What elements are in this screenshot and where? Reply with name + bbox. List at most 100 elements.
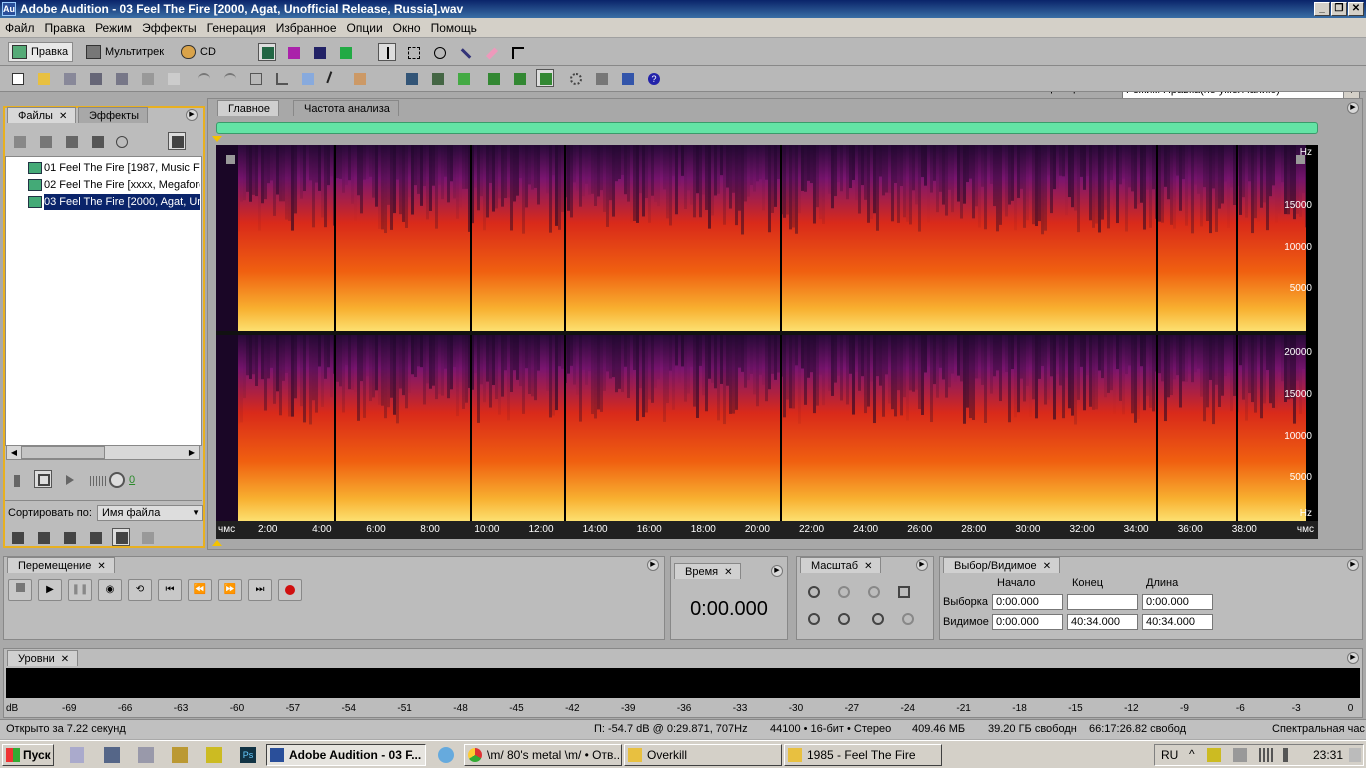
tab-selection-view[interactable]: Выбор/Видимое ✕ <box>943 557 1061 573</box>
file-info-icon[interactable] <box>112 132 130 150</box>
quicklaunch-icon[interactable] <box>104 747 120 763</box>
sort-select[interactable]: Имя файла ▼ <box>97 505 203 521</box>
selection-length-field[interactable]: 0:00.000 <box>1142 594 1213 610</box>
wand-icon[interactable] <box>618 69 636 87</box>
copy-to-new-icon[interactable] <box>298 69 316 87</box>
insert-cd-icon[interactable] <box>88 132 106 150</box>
tab-levels[interactable]: Уровни ✕ <box>7 650 79 666</box>
effect-rack-icon[interactable] <box>428 69 446 87</box>
selection-end-field[interactable] <box>1067 594 1138 610</box>
list-item[interactable]: 02 Feel The Fire [xxxx, Megaforce] <box>44 177 200 193</box>
playhead-marker-icon[interactable] <box>212 136 222 142</box>
show-desktop-icon[interactable] <box>1349 748 1361 762</box>
spectral-view-icon[interactable] <box>284 43 302 61</box>
speaker-icon[interactable] <box>10 471 28 489</box>
taskbar-item-chrome[interactable]: \m/ 80's metal \m/ • Отв... <box>464 744 622 766</box>
list-item[interactable]: 01 Feel The Fire [1987, Music For Nation… <box>44 160 200 176</box>
close-icon[interactable]: ✕ <box>59 111 67 122</box>
zoom-selection-icon[interactable] <box>894 582 912 600</box>
panel-menu-icon[interactable]: ▶ <box>1347 652 1359 664</box>
view-end-field[interactable]: 40:34.000 <box>1067 614 1138 630</box>
snap-icon[interactable] <box>484 69 502 87</box>
cd-mode-button[interactable]: CD <box>177 42 221 62</box>
browser-icon[interactable] <box>438 747 454 763</box>
time-ruler[interactable]: чмс чмс 2:00 4:00 6:00 8:00 10:00 12:00 14:00 1… <box>216 521 1318 539</box>
multitrack-mode-button[interactable]: Мультитрек <box>82 42 169 62</box>
zoom-out-vertical-icon[interactable] <box>898 609 916 627</box>
play-button[interactable]: ▶ <box>38 579 62 601</box>
tray-expand-icon[interactable]: ^ <box>1189 747 1195 761</box>
tab-time[interactable]: Время ✕ <box>674 563 742 579</box>
spot-healing-icon[interactable] <box>482 43 500 61</box>
import-file-icon[interactable] <box>10 132 28 150</box>
tab-zoom[interactable]: Масштаб ✕ <box>800 557 882 573</box>
brush-tool-icon[interactable] <box>456 43 474 61</box>
filter-eye-icon[interactable] <box>112 528 130 546</box>
record-button[interactable] <box>278 579 302 601</box>
insert-multitrack-icon[interactable] <box>62 132 80 150</box>
overview-bar[interactable] <box>216 122 1318 134</box>
stop-button[interactable] <box>8 579 32 601</box>
taskbar-item-folder-1985[interactable]: 1985 - Feel The Fire <box>784 744 942 766</box>
marker-icon[interactable] <box>454 69 472 87</box>
quicklaunch-icon[interactable] <box>206 747 222 763</box>
settings-icon[interactable] <box>566 69 584 87</box>
menu-edit[interactable]: Правка <box>40 18 91 38</box>
fast-forward-button[interactable]: ⏩ <box>218 579 242 601</box>
tab-transport[interactable]: Перемещение ✕ <box>7 557 115 573</box>
close-icon[interactable]: ✕ <box>61 654 69 665</box>
panel-menu-icon[interactable]: ▶ <box>916 559 928 571</box>
snap-frames-icon[interactable] <box>536 69 554 87</box>
export-icon[interactable] <box>138 69 156 87</box>
tab-files[interactable]: Файлы ✕ <box>7 107 77 123</box>
selection-start-field[interactable]: 0:00.000 <box>992 594 1063 610</box>
zoom-in-horizontal-icon[interactable] <box>804 582 822 600</box>
go-to-end-button[interactable]: ⏭ <box>248 579 272 601</box>
panel-menu-icon[interactable]: ▶ <box>1347 102 1359 114</box>
repeat-icon[interactable] <box>246 69 264 87</box>
zoom-right-edge-icon[interactable] <box>834 609 852 627</box>
go-to-start-button[interactable]: ⏮ <box>158 579 182 601</box>
play-from-cursor-button[interactable]: ◉ <box>98 579 122 601</box>
menu-effects[interactable]: Эффекты <box>137 18 202 38</box>
menu-view[interactable]: Режим <box>90 18 137 38</box>
taskbar-item-folder-overkill[interactable]: Overkill <box>624 744 782 766</box>
spectrogram[interactable]: Hz 15000 10000 5000 20000 15000 10000 50… <box>216 145 1318 521</box>
loop-icon[interactable] <box>34 470 52 488</box>
close-icon[interactable]: ✕ <box>97 561 105 572</box>
volume-knob[interactable] <box>109 472 125 488</box>
tab-frequency-analysis[interactable]: Частота анализа <box>293 100 399 116</box>
playhead-marker-icon[interactable] <box>212 540 222 546</box>
edit-mode-button[interactable]: Правка <box>8 42 74 62</box>
tray-icon[interactable] <box>1233 748 1247 762</box>
bridge-icon[interactable] <box>164 69 182 87</box>
menu-window[interactable]: Окно <box>388 18 426 38</box>
cut-icon[interactable] <box>324 69 342 87</box>
tray-icon[interactable] <box>1207 748 1221 762</box>
filter-midi-icon[interactable] <box>86 528 104 546</box>
network-icon[interactable] <box>1259 748 1273 762</box>
start-button[interactable]: Пуск <box>2 744 54 766</box>
menu-options[interactable]: Опции <box>342 18 388 38</box>
redo-icon[interactable] <box>220 69 238 87</box>
restore-button[interactable]: ❐ <box>1331 2 1347 16</box>
menu-file[interactable]: Файл <box>0 18 40 38</box>
quicklaunch-icon[interactable] <box>138 747 154 763</box>
paste-icon[interactable] <box>350 69 368 87</box>
rewind-button[interactable]: ⏪ <box>188 579 212 601</box>
panel-menu-icon[interactable]: ▶ <box>647 559 659 571</box>
pause-button[interactable]: ❚❚ <box>68 579 92 601</box>
minimize-button[interactable]: _ <box>1314 2 1330 16</box>
save-icon[interactable] <box>60 69 78 87</box>
time-selection-tool-icon[interactable] <box>378 43 396 61</box>
open-file-icon[interactable] <box>34 69 52 87</box>
zoom-left-edge-icon[interactable] <box>804 609 822 627</box>
close-icon[interactable]: ✕ <box>724 567 732 578</box>
help-icon[interactable]: ? <box>644 69 662 87</box>
zoom-out-full-icon[interactable] <box>864 582 882 600</box>
filter-audio-icon[interactable] <box>8 528 26 546</box>
snap-ruler-icon[interactable] <box>510 69 528 87</box>
menu-generate[interactable]: Генерация <box>202 18 271 38</box>
menu-help[interactable]: Помощь <box>426 18 482 38</box>
panel-menu-icon[interactable]: ▶ <box>1347 559 1359 571</box>
